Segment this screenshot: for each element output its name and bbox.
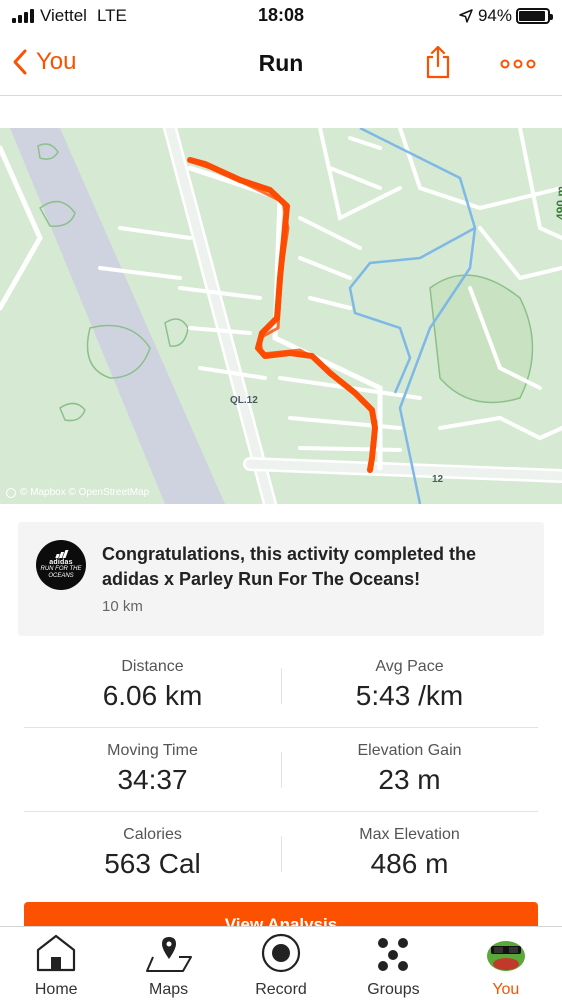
stat-max-elevation: Max Elevation 486 m xyxy=(281,826,538,880)
activity-map[interactable]: QL.12 12 490 m © Mapbox © OpenStreetMap xyxy=(0,128,562,504)
stat-calories: Calories 563 Cal xyxy=(24,826,281,880)
avatar-icon xyxy=(484,933,528,973)
challenge-title: Congratulations, this activity completed… xyxy=(102,544,477,589)
stat-row: Distance 6.06 km Avg Pace 5:43 /km xyxy=(24,644,538,728)
stat-label: Calories xyxy=(123,826,182,843)
tab-label: You xyxy=(492,981,520,998)
status-right: 94% xyxy=(459,6,553,26)
stat-avg-pace: Avg Pace 5:43 /km xyxy=(281,658,538,712)
tab-bar: Home Maps Record Groups You xyxy=(0,926,562,1000)
stat-value: 486 m xyxy=(370,848,449,879)
status-bar: Viettel LTE 18:08 94% xyxy=(0,0,562,34)
challenge-subtitle: 10 km xyxy=(102,598,143,615)
more-dots-icon xyxy=(500,59,536,69)
tab-label: Record xyxy=(255,981,307,998)
page-title: Run xyxy=(258,50,304,76)
elevation-contour-label: 490 m xyxy=(554,186,562,221)
stat-label: Max Elevation xyxy=(359,826,460,843)
share-icon xyxy=(426,45,450,79)
road-label: QL.12 xyxy=(230,395,258,406)
battery-icon xyxy=(516,8,553,24)
tab-label: Groups xyxy=(367,981,420,998)
tab-home[interactable]: Home xyxy=(0,927,112,1000)
tab-maps[interactable]: Maps xyxy=(112,927,224,1000)
nav-header: You Run xyxy=(0,34,562,96)
stat-value: 5:43 /km xyxy=(355,680,464,711)
tab-label: Maps xyxy=(149,981,189,998)
map-attribution[interactable]: © Mapbox © OpenStreetMap xyxy=(6,487,149,498)
share-button[interactable] xyxy=(424,44,452,85)
adidas-logo-icon xyxy=(54,550,68,558)
battery-percent: 94% xyxy=(477,6,512,25)
tab-groups[interactable]: Groups xyxy=(337,927,449,1000)
stat-moving-time: Moving Time 34:37 xyxy=(24,742,281,796)
battery-level xyxy=(519,11,546,21)
groups-icon xyxy=(372,933,414,973)
badge-brand: adidas xyxy=(49,559,73,566)
tab-record[interactable]: Record xyxy=(225,927,337,1000)
stat-elevation-gain: Elevation Gain 23 m xyxy=(281,742,538,796)
map-attribution-text: © Mapbox © OpenStreetMap xyxy=(20,487,150,498)
badge-text: RUN FOR THE OCEANS xyxy=(40,566,82,579)
stat-value: 563 Cal xyxy=(104,848,201,879)
more-button[interactable] xyxy=(500,56,536,74)
home-icon xyxy=(35,933,77,973)
stat-value: 34:37 xyxy=(117,764,188,795)
map-canvas xyxy=(0,128,562,504)
park-area xyxy=(429,274,534,404)
stat-label: Distance xyxy=(121,658,184,675)
challenge-card[interactable]: adidas RUN FOR THE OCEANS Congratulation… xyxy=(18,522,544,636)
stat-distance: Distance 6.06 km xyxy=(24,658,281,712)
stats-grid: Distance 6.06 km Avg Pace 5:43 /km Movin… xyxy=(24,644,538,896)
stat-value: 6.06 km xyxy=(102,680,203,711)
record-icon xyxy=(260,933,302,973)
mapbox-logo-icon xyxy=(6,487,16,498)
runway-area xyxy=(10,128,225,504)
stat-value: 23 m xyxy=(378,764,441,795)
location-arrow-icon xyxy=(459,9,473,23)
stat-label: Moving Time xyxy=(107,742,198,759)
stat-row: Calories 563 Cal Max Elevation 486 m xyxy=(24,812,538,896)
map-pin-icon xyxy=(145,933,193,973)
road-number-label: 12 xyxy=(432,474,444,485)
tab-label: Home xyxy=(34,981,78,998)
stat-row: Moving Time 34:37 Elevation Gain 23 m xyxy=(24,728,538,812)
challenge-badge: adidas RUN FOR THE OCEANS xyxy=(36,540,86,590)
stat-label: Avg Pace xyxy=(375,658,444,675)
tab-you[interactable]: You xyxy=(450,927,562,1000)
stat-label: Elevation Gain xyxy=(357,742,462,759)
